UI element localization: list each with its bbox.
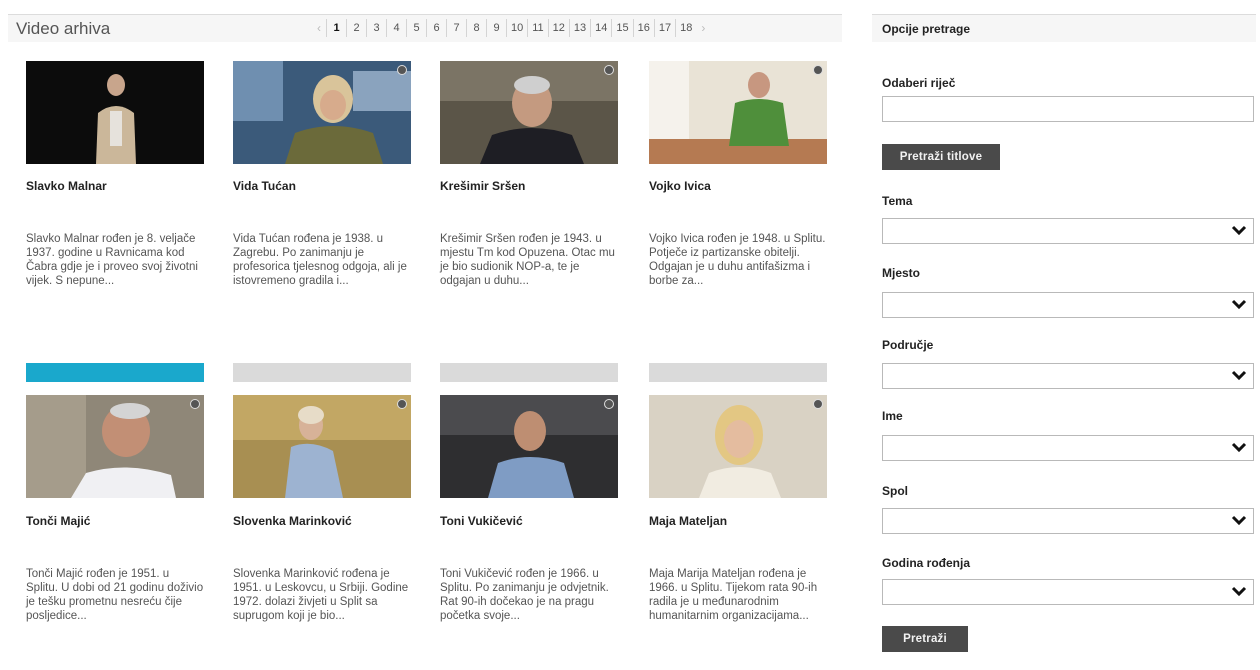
- page-link-4[interactable]: 4: [386, 19, 406, 37]
- video-thumbnail-image: [26, 61, 204, 164]
- page-link-17[interactable]: 17: [653, 19, 675, 37]
- video-thumbnail-image: [649, 395, 827, 498]
- page-link-2[interactable]: 2: [346, 19, 366, 37]
- page-link-15[interactable]: 15: [611, 19, 632, 37]
- video-thumbnail-image: [233, 61, 411, 164]
- video-thumbnail[interactable]: [233, 61, 411, 164]
- word-label: Odaberi riječ: [882, 76, 956, 90]
- video-title[interactable]: Vojko Ivica: [649, 179, 711, 193]
- pagination-next-icon[interactable]: ›: [696, 21, 710, 35]
- video-thumbnail-image: [440, 395, 618, 498]
- chevron-down-icon: [1231, 515, 1247, 526]
- video-description: Maja Marija Mateljan rođena je 1966. u S…: [649, 568, 818, 622]
- hd-badge-icon: [604, 399, 614, 409]
- video-title[interactable]: Maja Mateljan: [649, 514, 727, 528]
- search-subtitles-button[interactable]: Pretraži titlove: [882, 144, 1000, 170]
- row-separator-active: [26, 363, 204, 382]
- spol-select[interactable]: [882, 508, 1254, 534]
- mjesto-select[interactable]: [882, 292, 1254, 318]
- pagination: ‹ 1 2 3 4 5 6 7 8 9 10 11 12 13 14 15 16…: [312, 19, 710, 37]
- chevron-down-icon: [1231, 225, 1247, 236]
- page-link-13[interactable]: 13: [568, 19, 590, 37]
- search-options-sidebar: Opcije pretrage Odaberi riječ Pretraži t…: [872, 14, 1256, 652]
- tema-select[interactable]: [882, 218, 1254, 244]
- page-title: Video arhiva: [16, 19, 111, 38]
- row-separator: [649, 363, 827, 382]
- hd-badge-icon: [813, 65, 823, 75]
- page-link-18[interactable]: 18: [675, 19, 696, 37]
- video-description: Slavko Malnar rođen je 8. veljače 1937. …: [26, 233, 198, 287]
- video-title[interactable]: Slovenka Marinković: [233, 514, 352, 528]
- video-thumbnail-image: [440, 61, 618, 164]
- video-description: Vida Tućan rođena je 1938. u Zagrebu. Po…: [233, 233, 407, 287]
- filter-label-mjesto: Mjesto: [882, 266, 921, 280]
- chevron-down-icon: [1231, 586, 1247, 597]
- filter-label-godina-rodenja: Godina rođenja: [882, 556, 971, 570]
- page-link-14[interactable]: 14: [590, 19, 611, 37]
- filter-label-ime: Ime: [882, 409, 903, 423]
- video-thumbnail[interactable]: [233, 395, 411, 498]
- hd-badge-icon: [813, 399, 823, 409]
- video-title[interactable]: Krešimir Sršen: [440, 179, 525, 193]
- page-link-11[interactable]: 11: [527, 19, 547, 37]
- video-thumbnail[interactable]: [440, 61, 618, 164]
- filter-label-spol: Spol: [882, 484, 908, 498]
- video-thumbnail-image: [233, 395, 411, 498]
- video-archive-header: Video arhiva ‹ 1 2 3 4 5 6 7 8 9 10 11 1…: [8, 14, 842, 42]
- page-link-9[interactable]: 9: [486, 19, 506, 37]
- page-link-1[interactable]: 1: [326, 19, 346, 37]
- video-description: Vojko Ivica rođen je 1948. u Splitu. Pot…: [649, 233, 826, 287]
- video-title[interactable]: Tonči Majić: [26, 514, 90, 528]
- video-thumbnail[interactable]: [649, 395, 827, 498]
- page-link-5[interactable]: 5: [406, 19, 426, 37]
- video-thumbnail-image: [26, 395, 204, 498]
- filter-label-podrucje: Područje: [882, 338, 934, 352]
- video-description: Slovenka Marinković rođena je 1951. u Le…: [233, 568, 409, 622]
- video-thumbnail[interactable]: [26, 395, 204, 498]
- hd-badge-icon: [397, 399, 407, 409]
- video-thumbnail-image: [649, 61, 827, 164]
- godina-rodenja-select[interactable]: [882, 579, 1254, 605]
- hd-badge-icon: [397, 65, 407, 75]
- ime-select[interactable]: [882, 435, 1254, 461]
- page-link-12[interactable]: 12: [547, 19, 569, 37]
- video-description: Krešimir Sršen rođen je 1943. u mjestu T…: [440, 233, 615, 287]
- hd-badge-icon: [190, 399, 200, 409]
- page-link-6[interactable]: 6: [426, 19, 446, 37]
- video-title[interactable]: Slavko Malnar: [26, 179, 107, 193]
- row-separator: [440, 363, 618, 382]
- video-title[interactable]: Vida Tućan: [233, 179, 296, 193]
- chevron-down-icon: [1231, 299, 1247, 310]
- row-separator: [233, 363, 411, 382]
- sidebar-title: Opcije pretrage: [872, 14, 1256, 42]
- page-link-16[interactable]: 16: [632, 19, 654, 37]
- video-description: Tonči Majić rođen je 1951. u Splitu. U d…: [26, 568, 204, 622]
- filter-label-tema: Tema: [882, 194, 913, 208]
- page-link-3[interactable]: 3: [366, 19, 386, 37]
- page-link-10[interactable]: 10: [506, 19, 527, 37]
- chevron-down-icon: [1231, 370, 1247, 381]
- hd-badge-icon: [604, 65, 614, 75]
- video-thumbnail[interactable]: [26, 61, 204, 164]
- video-title[interactable]: Toni Vukičević: [440, 514, 523, 528]
- page-link-8[interactable]: 8: [466, 19, 486, 37]
- video-thumbnail[interactable]: [649, 61, 827, 164]
- pagination-prev-icon[interactable]: ‹: [312, 21, 326, 35]
- page-link-7[interactable]: 7: [446, 19, 466, 37]
- video-thumbnail[interactable]: [440, 395, 618, 498]
- podrucje-select[interactable]: [882, 363, 1254, 389]
- chevron-down-icon: [1231, 442, 1247, 453]
- search-button[interactable]: Pretraži: [882, 626, 968, 652]
- video-description: Toni Vukičević rođen je 1966. u Splitu. …: [440, 568, 609, 622]
- word-search-input[interactable]: [882, 96, 1254, 122]
